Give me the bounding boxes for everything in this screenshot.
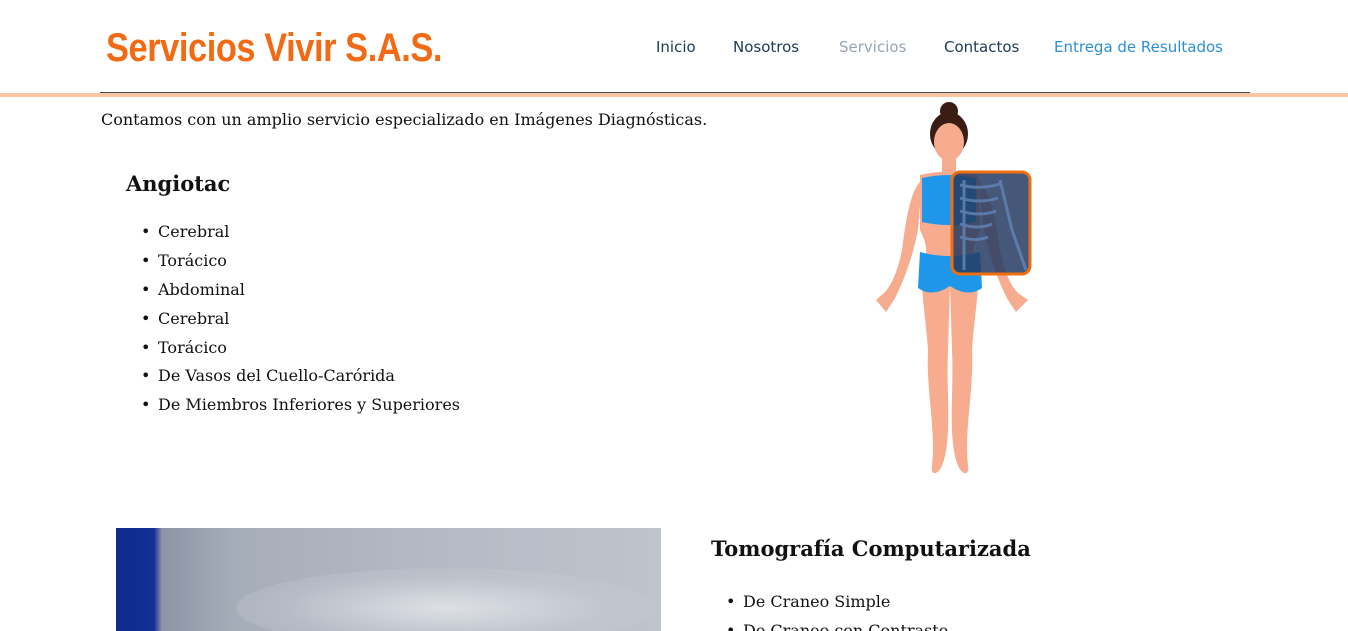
list-item: Torácico <box>127 246 460 275</box>
list-item: De Craneo Simple <box>712 587 948 616</box>
list-item: Abdominal <box>127 275 460 304</box>
main-nav: Inicio Nosotros Servicios Contactos Entr… <box>0 38 1348 58</box>
nav-contactos[interactable]: Contactos <box>944 38 1019 56</box>
nav-nosotros[interactable]: Nosotros <box>733 38 799 56</box>
list-item: De Craneo con Contraste <box>712 616 948 631</box>
body-xray-illustration <box>876 102 1032 474</box>
angiotac-title: Angiotac <box>126 171 231 196</box>
list-item: Torácico <box>127 333 460 362</box>
site-header: Servicios Vivir S.A.S. Inicio Nosotros S… <box>0 0 1348 98</box>
intro-text: Contamos con un amplio servicio especial… <box>101 110 708 129</box>
nav-servicios[interactable]: Servicios <box>839 38 906 56</box>
tomografia-list: De Craneo Simple De Craneo con Contraste <box>712 587 948 631</box>
header-accent-bar <box>0 93 1348 97</box>
list-item: De Miembros Inferiores y Superiores <box>127 390 460 419</box>
list-item: Cerebral <box>127 304 460 333</box>
list-item: Cerebral <box>127 217 460 246</box>
medical-equipment-photo <box>116 528 661 631</box>
list-item: De Vasos del Cuello-Carórida <box>127 361 460 390</box>
nav-entrega-de-resultados[interactable]: Entrega de Resultados <box>1054 38 1223 56</box>
nav-inicio[interactable]: Inicio <box>656 38 696 56</box>
photo-highlight <box>236 568 656 631</box>
tomografia-title: Tomografía Computarizada <box>711 536 1031 561</box>
angiotac-list: Cerebral Torácico Abdominal Cerebral Tor… <box>127 217 460 419</box>
